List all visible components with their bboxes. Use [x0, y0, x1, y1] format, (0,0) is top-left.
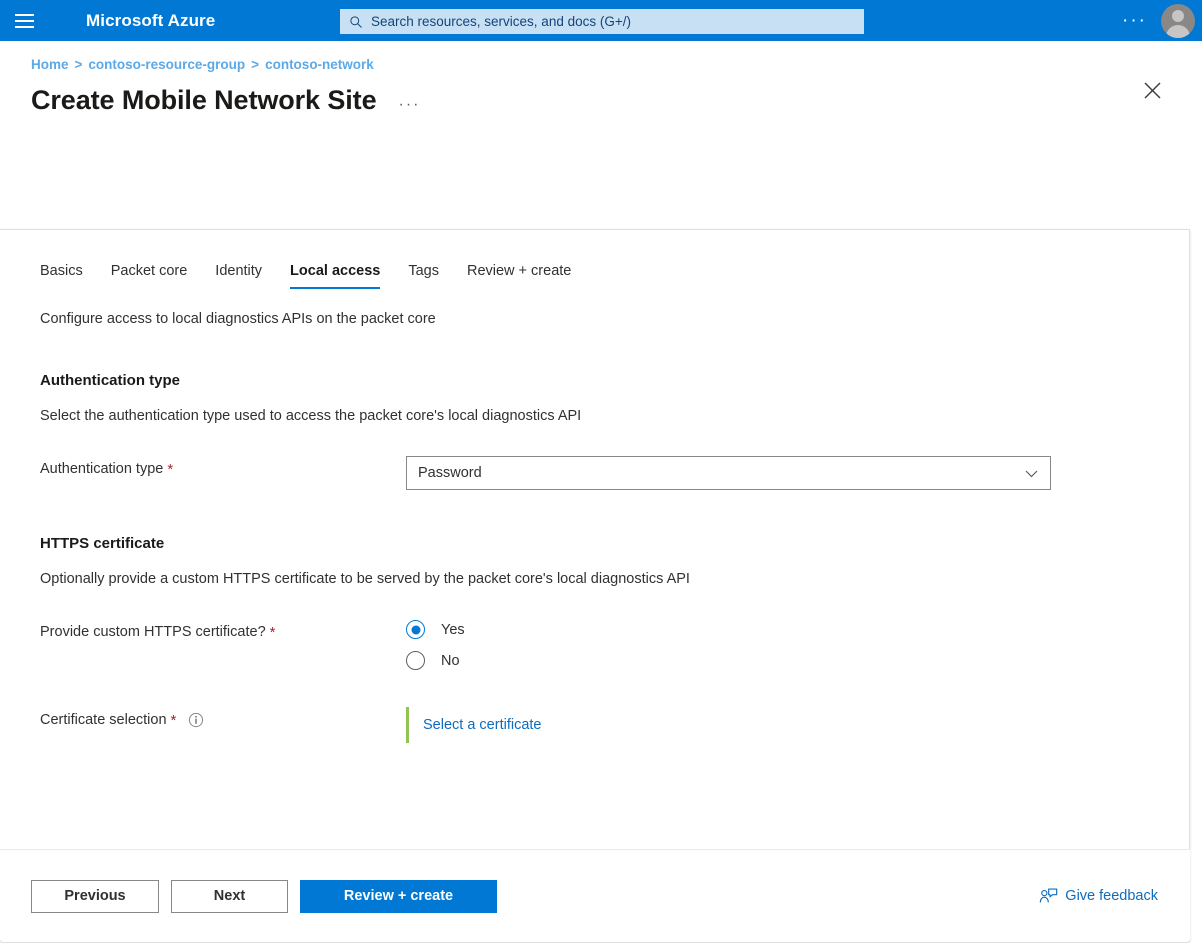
- radio-option-yes-label: Yes: [441, 622, 465, 638]
- authentication-type-dropdown[interactable]: Password: [406, 456, 1051, 490]
- azure-brand-logo[interactable]: Microsoft Azure: [86, 11, 215, 31]
- form-panel: Basics Packet core Identity Local access…: [0, 229, 1190, 943]
- breadcrumb: Home > contoso-resource-group > contoso-…: [0, 41, 1202, 72]
- breadcrumb-separator: >: [251, 57, 259, 72]
- global-header: Microsoft Azure ···: [0, 0, 1202, 41]
- required-marker: *: [171, 713, 177, 728]
- info-icon[interactable]: [188, 712, 204, 728]
- radio-option-no-label: No: [441, 653, 460, 669]
- radio-indicator-unselected: [406, 651, 425, 670]
- header-more-menu-icon[interactable]: ···: [1108, 17, 1161, 25]
- certificate-selector: Select a certificate: [406, 707, 1149, 743]
- radio-option-yes[interactable]: Yes: [406, 620, 1149, 639]
- radio-option-no[interactable]: No: [406, 651, 1149, 670]
- https-certificate-heading: HTTPS certificate: [40, 535, 1149, 552]
- review-create-button[interactable]: Review + create: [300, 880, 497, 913]
- tab-basics[interactable]: Basics: [40, 263, 97, 289]
- tab-identity[interactable]: Identity: [201, 263, 276, 289]
- authentication-type-heading: Authentication type: [40, 372, 1149, 389]
- global-search[interactable]: [340, 9, 864, 34]
- certificate-selection-label: Certificate selection: [40, 712, 167, 728]
- header-actions: ···: [1108, 0, 1202, 41]
- tab-local-access[interactable]: Local access: [276, 263, 394, 289]
- hamburger-line: [15, 14, 34, 16]
- provide-custom-certificate-label: Provide custom HTTPS certificate?: [40, 624, 266, 640]
- search-input[interactable]: [371, 14, 855, 29]
- breadcrumb-item-home[interactable]: Home: [31, 57, 69, 72]
- hamburger-icon[interactable]: [0, 0, 48, 41]
- close-glyph: [1143, 81, 1162, 100]
- form-body: Configure access to local diagnostics AP…: [0, 311, 1189, 743]
- blade-more-menu-icon[interactable]: ···: [399, 94, 421, 108]
- give-feedback-button[interactable]: Give feedback: [1039, 887, 1162, 906]
- authentication-type-label-group: Authentication type *: [40, 456, 406, 477]
- breadcrumb-item-network[interactable]: contoso-network: [265, 57, 374, 72]
- close-icon[interactable]: [1138, 76, 1166, 104]
- required-marker: *: [270, 625, 276, 640]
- provide-custom-certificate-row: Provide custom HTTPS certificate? * Yes …: [40, 619, 1149, 670]
- authentication-type-selected-value: Password: [418, 465, 482, 481]
- chevron-down-icon: [1023, 465, 1040, 482]
- provide-custom-certificate-radio-group: Yes No: [406, 619, 1149, 670]
- avatar[interactable]: [1161, 4, 1195, 38]
- required-marker: *: [167, 462, 173, 477]
- wizard-tabs: Basics Packet core Identity Local access…: [0, 263, 1189, 289]
- search-icon: [349, 15, 363, 29]
- tab-tags[interactable]: Tags: [394, 263, 453, 289]
- select-certificate-link[interactable]: Select a certificate: [423, 717, 541, 733]
- authentication-type-label: Authentication type: [40, 461, 163, 477]
- give-feedback-label: Give feedback: [1065, 888, 1158, 904]
- certificate-selection-control: Select a certificate: [406, 707, 1149, 743]
- breadcrumb-item-resource-group[interactable]: contoso-resource-group: [88, 57, 245, 72]
- provide-custom-certificate-label-group: Provide custom HTTPS certificate? *: [40, 619, 406, 640]
- wizard-footer: Previous Next Review + create Give feedb…: [0, 849, 1190, 942]
- certificate-status-bar: [406, 707, 409, 743]
- radio-indicator-selected: [406, 620, 425, 639]
- breadcrumb-separator: >: [75, 57, 83, 72]
- authentication-type-row: Authentication type * Password: [40, 456, 1149, 490]
- authentication-type-description: Select the authentication type used to a…: [40, 408, 1149, 424]
- form-intro-text: Configure access to local diagnostics AP…: [40, 311, 1149, 327]
- blade-title-row: Create Mobile Network Site ···: [0, 72, 1202, 116]
- certificate-selection-label-group: Certificate selection *: [40, 707, 406, 728]
- next-button[interactable]: Next: [171, 880, 288, 913]
- hamburger-line: [15, 26, 34, 28]
- certificate-selection-row: Certificate selection * Select a certifi…: [40, 707, 1149, 743]
- provide-custom-certificate-control: Yes No: [406, 619, 1149, 670]
- previous-button[interactable]: Previous: [31, 880, 159, 913]
- authentication-type-control: Password: [406, 456, 1149, 490]
- tab-review-create[interactable]: Review + create: [453, 263, 585, 289]
- create-site-blade: Home > contoso-resource-group > contoso-…: [0, 41, 1202, 906]
- page-title: Create Mobile Network Site: [31, 85, 377, 116]
- hamburger-line: [15, 20, 34, 22]
- feedback-person-icon: [1039, 887, 1058, 906]
- https-certificate-description: Optionally provide a custom HTTPS certif…: [40, 571, 1149, 587]
- tab-packet-core[interactable]: Packet core: [97, 263, 202, 289]
